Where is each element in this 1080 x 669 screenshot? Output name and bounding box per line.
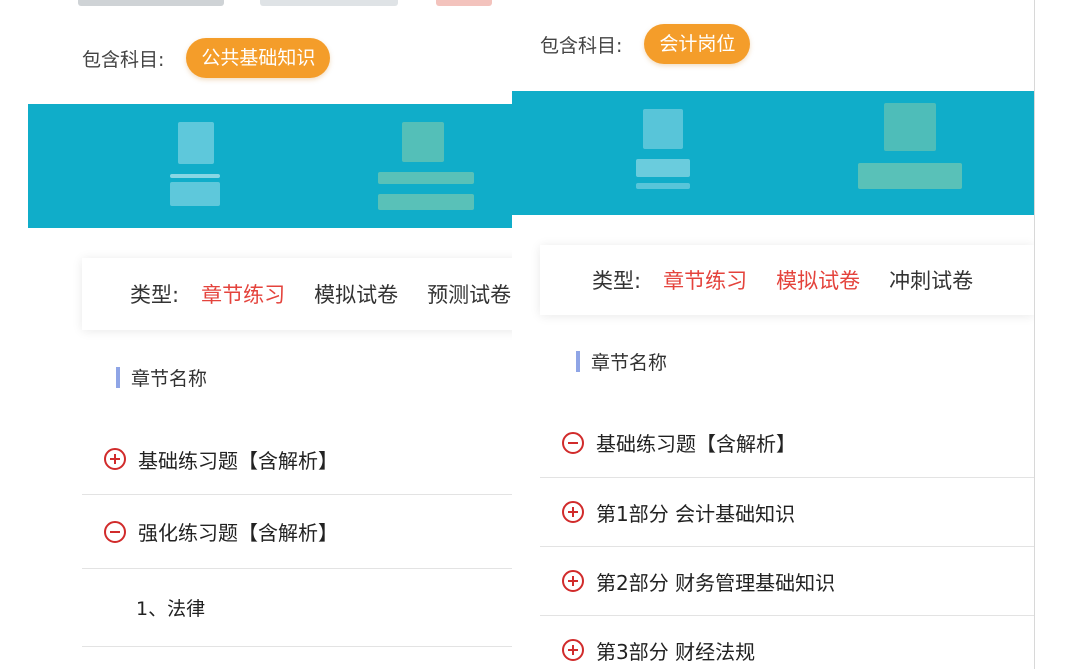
subject-pill[interactable]: 公共基础知识 <box>186 38 331 78</box>
type-option-chapter-practice[interactable]: 章节练习 <box>663 265 747 295</box>
blurred-banner-image <box>170 182 220 206</box>
chapter-row-label: 第3部分 财经法规 <box>596 639 756 664</box>
header-banner <box>28 104 512 228</box>
accent-bar <box>576 351 580 372</box>
plus-circle-icon <box>104 448 126 470</box>
chapter-row[interactable]: 第1部分 会计基础知识 <box>540 478 1034 547</box>
chapter-list: 基础练习题【含解析】 强化练习题【含解析】 1、法律 <box>82 424 512 647</box>
blurred-banner-image <box>378 172 474 184</box>
blurred-banner-image <box>884 103 936 151</box>
plus-circle-icon <box>562 501 584 523</box>
left-screenshot-panel: 包含科目: 公共基础知识 类型: 章节练习 模拟试卷 预测试卷 章节名称 基础练… <box>0 0 512 669</box>
type-label: 类型: <box>130 283 180 307</box>
subject-pill[interactable]: 会计岗位 <box>644 24 751 64</box>
chapter-row-label: 基础练习题【含解析】 <box>138 448 338 473</box>
blurred-banner-image <box>178 122 214 164</box>
section-title: 章节名称 <box>116 364 207 391</box>
type-filter-bar: 类型: 章节练习 模拟试卷 冲刺试卷 <box>540 245 1034 315</box>
type-option-prediction-exam[interactable]: 预测试卷 <box>427 279 511 309</box>
type-option-chapter-practice[interactable]: 章节练习 <box>201 279 285 309</box>
sub-chapter-row-label: 1、法律 <box>136 598 206 620</box>
plus-circle-icon <box>562 570 584 592</box>
chapter-row[interactable]: 基础练习题【含解析】 <box>540 408 1034 478</box>
sub-chapter-row[interactable]: 1、法律 <box>82 569 512 647</box>
right-screenshot-panel: 包含科目: 会计岗位 类型: 章节练习 模拟试卷 冲刺试卷 章节名称 基础练习题… <box>512 0 1035 669</box>
chapter-row[interactable]: 第2部分 财务管理基础知识 <box>540 547 1034 616</box>
chapter-list: 基础练习题【含解析】 第1部分 会计基础知识 第2部分 财务管理基础知识 第3部… <box>540 408 1034 669</box>
type-filter-bar: 类型: 章节练习 模拟试卷 预测试卷 <box>82 258 512 330</box>
subject-row: 包含科目: 会计岗位 <box>540 24 751 64</box>
blank-margin <box>1035 0 1080 669</box>
chapter-row[interactable]: 强化练习题【含解析】 <box>82 495 512 569</box>
blurred-banner-image <box>636 183 690 189</box>
chapter-row[interactable]: 基础练习题【含解析】 <box>82 424 512 495</box>
blurred-banner-image <box>402 122 444 162</box>
minus-circle-icon <box>104 520 126 543</box>
blurred-banner-image <box>378 194 474 210</box>
section-title-label: 章节名称 <box>591 352 668 374</box>
minus-circle-icon <box>562 431 584 454</box>
subject-row: 包含科目: 公共基础知识 <box>82 38 331 78</box>
chapter-row-label: 第2部分 财务管理基础知识 <box>596 570 836 595</box>
subject-label: 包含科目: <box>540 34 623 57</box>
type-label: 类型: <box>592 269 642 293</box>
top-thumbnail <box>436 0 492 6</box>
type-option-mock-exam[interactable]: 模拟试卷 <box>314 279 398 309</box>
blurred-banner-image <box>636 159 690 177</box>
accent-bar <box>116 367 120 388</box>
top-thumbnail <box>260 0 398 6</box>
top-thumbnail <box>78 0 224 6</box>
chapter-row-label: 强化练习题【含解析】 <box>138 521 338 545</box>
section-title: 章节名称 <box>576 348 667 375</box>
type-option-sprint-exam[interactable]: 冲刺试卷 <box>889 265 973 295</box>
subject-label: 包含科目: <box>82 48 165 71</box>
chapter-row-label: 基础练习题【含解析】 <box>596 432 796 456</box>
section-title-label: 章节名称 <box>131 368 208 390</box>
blurred-banner-image <box>170 174 220 178</box>
plus-circle-icon <box>562 639 584 661</box>
blurred-banner-image <box>858 163 962 189</box>
type-option-mock-exam[interactable]: 模拟试卷 <box>776 265 860 295</box>
blurred-banner-image <box>643 109 683 149</box>
chapter-row[interactable]: 第3部分 财经法规 <box>540 616 1034 669</box>
header-banner <box>512 91 1034 215</box>
chapter-row-label: 第1部分 会计基础知识 <box>596 501 796 526</box>
